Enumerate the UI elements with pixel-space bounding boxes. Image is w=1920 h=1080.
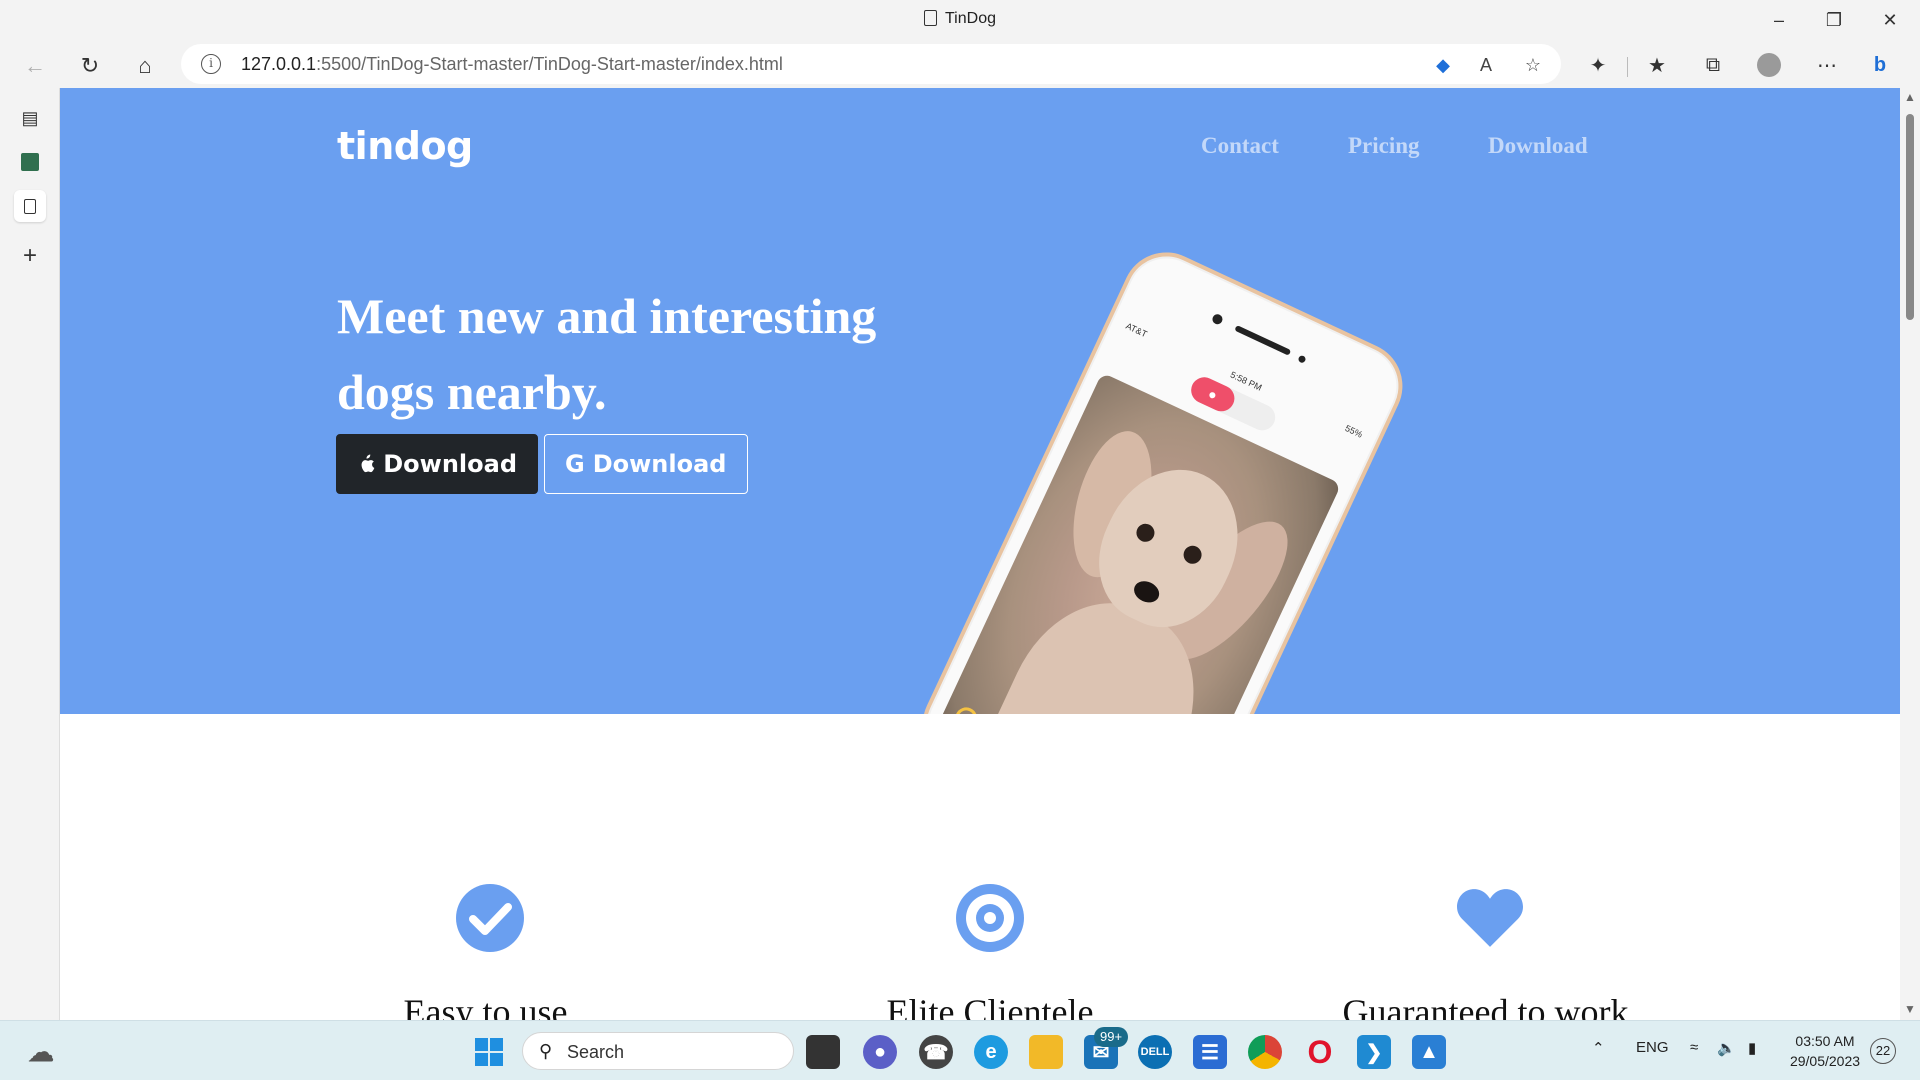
page-viewport: tindog Contact Pricing Download Meet new… <box>60 88 1900 1020</box>
brand-logo[interactable]: tindog <box>337 124 473 168</box>
url-text[interactable]: 127.0.0.1:5500/TinDog-Start-master/TinDo… <box>241 54 783 75</box>
chrome-icon[interactable] <box>1248 1035 1282 1069</box>
bullseye-icon <box>956 884 1024 952</box>
page-scrollbar[interactable]: ▲ ▼ <box>1900 88 1920 1020</box>
url-host: 127.0.0.1 <box>241 54 317 74</box>
heart-icon <box>1457 889 1523 947</box>
bing-copilot-icon[interactable]: b <box>1866 51 1894 79</box>
extensions-icon[interactable]: ✦ <box>1584 51 1612 79</box>
minimize-button[interactable]: – <box>1767 8 1791 32</box>
teams-chat-icon[interactable]: ● <box>863 1035 897 1069</box>
show-hidden-icons-chevron-icon[interactable]: ⌃ <box>1592 1039 1605 1057</box>
language-indicator[interactable]: ENG <box>1636 1039 1669 1056</box>
windows-taskbar: ☁ ⚲ Search ● ☎ e ✉ 99+ DELL ☰ O ❯ ▲ ⌃ EN… <box>0 1020 1920 1080</box>
apple-download-label: Download <box>383 450 517 478</box>
tab-actions-icon[interactable]: ▤ <box>14 102 46 134</box>
windows-logo-icon <box>475 1038 503 1066</box>
site-info-icon[interactable]: i <box>201 54 221 74</box>
read-aloud-icon[interactable]: A <box>1474 53 1498 77</box>
check-circle-icon <box>456 884 524 952</box>
system-clock[interactable]: 03:50 AM 29/05/2023 <box>1780 1031 1870 1071</box>
active-tab-document-icon[interactable] <box>14 190 46 222</box>
notification-center-badge[interactable]: 22 <box>1870 1038 1896 1064</box>
notepad-icon[interactable]: ☰ <box>1193 1035 1227 1069</box>
taskbar-search-box[interactable]: ⚲ Search <box>522 1032 794 1070</box>
google-g-icon: G <box>565 450 585 478</box>
nav-download[interactable]: Download <box>1488 133 1588 159</box>
collections-icon[interactable]: ⧉ <box>1699 51 1727 79</box>
taskbar-search-label: Search <box>567 1042 625 1062</box>
search-icon: ⚲ <box>539 1041 553 1061</box>
new-tab-plus-icon[interactable]: + <box>14 240 46 272</box>
favorites-icon[interactable]: ★ <box>1643 51 1671 79</box>
home-button[interactable]: ⌂ <box>130 51 160 81</box>
vertical-tab-rail: ▤ + <box>0 88 60 1020</box>
restore-button[interactable]: ❐ <box>1822 8 1846 32</box>
feature-guaranteed: Guaranteed to work. <box>1290 883 1690 1020</box>
apple-download-button[interactable]: Download <box>336 434 538 494</box>
headline-line-1: Meet new and interesting <box>337 288 877 344</box>
wifi-icon[interactable]: ≈ <box>1690 1039 1698 1056</box>
whatsapp-icon[interactable]: ☎ <box>919 1035 953 1069</box>
feature-easy-title: Easy to use. <box>403 992 577 1020</box>
hero-headline: Meet new and interesting dogs nearby. <box>337 278 987 430</box>
photos-icon[interactable]: ▲ <box>1412 1035 1446 1069</box>
tab-title-text: TinDog <box>945 10 996 27</box>
scrollbar-thumb[interactable] <box>1906 114 1914 320</box>
url-path: :5500/TinDog-Start-master/TinDog-Start-m… <box>316 54 783 74</box>
back-button[interactable]: ← <box>20 51 50 81</box>
mail-unread-badge: 99+ <box>1094 1027 1129 1047</box>
browser-toolbar: ← ↻ ⌂ i 127.0.0.1:5500/TinDog-Start-mast… <box>0 41 1920 88</box>
battery-icon[interactable]: ▮ <box>1748 1039 1756 1057</box>
file-explorer-icon[interactable] <box>1029 1035 1063 1069</box>
nav-contact[interactable]: Contact <box>1201 133 1279 159</box>
clock-date: 29/05/2023 <box>1789 1053 1861 1069</box>
nav-pricing[interactable]: Pricing <box>1348 133 1420 159</box>
document-icon <box>924 10 937 26</box>
profile-avatar-icon[interactable] <box>1755 51 1783 79</box>
window-title-bar: TinDog – ❐ ✕ <box>0 0 1920 41</box>
google-download-label: Download <box>592 450 727 478</box>
reload-button[interactable]: ↻ <box>75 51 105 81</box>
add-favorite-icon[interactable]: ☆ <box>1521 53 1545 77</box>
headline-line-2: dogs nearby. <box>337 364 607 420</box>
more-menu-icon[interactable]: ⋯ <box>1813 51 1841 79</box>
vscode-icon[interactable]: ❯ <box>1357 1035 1391 1069</box>
feature-easy: Easy to use. <box>290 883 690 1020</box>
task-view-icon[interactable] <box>806 1035 840 1069</box>
toolbar-separator <box>1627 57 1628 77</box>
apple-icon <box>361 454 375 473</box>
scroll-up-arrow-icon[interactable]: ▲ <box>1904 90 1916 104</box>
coupon-tag-icon[interactable]: ◆ <box>1431 53 1455 77</box>
feature-elite: Elite Clientele <box>790 883 1190 1020</box>
tab-title: TinDog <box>0 10 1920 28</box>
edge-browser-icon[interactable]: e <box>974 1035 1008 1069</box>
feature-elite-title: Elite Clientele <box>886 992 1094 1020</box>
hero-section: tindog Contact Pricing Download Meet new… <box>60 88 1900 714</box>
close-window-button[interactable]: ✕ <box>1878 8 1902 32</box>
volume-icon[interactable]: 🔈 <box>1717 1039 1736 1057</box>
weather-widget-icon[interactable]: ☁ <box>24 1035 58 1069</box>
opera-icon[interactable]: O <box>1303 1034 1337 1070</box>
clock-time: 03:50 AM <box>1795 1033 1855 1049</box>
feature-guaranteed-title: Guaranteed to work. <box>1342 992 1638 1020</box>
dell-icon[interactable]: DELL <box>1138 1035 1172 1069</box>
tab-favicon-avatar-icon[interactable] <box>14 146 46 178</box>
google-play-download-button[interactable]: G Download <box>544 434 748 494</box>
address-bar[interactable]: i 127.0.0.1:5500/TinDog-Start-master/Tin… <box>181 44 1561 84</box>
scroll-down-arrow-icon[interactable]: ▼ <box>1904 1002 1916 1016</box>
start-button[interactable] <box>472 1035 506 1069</box>
